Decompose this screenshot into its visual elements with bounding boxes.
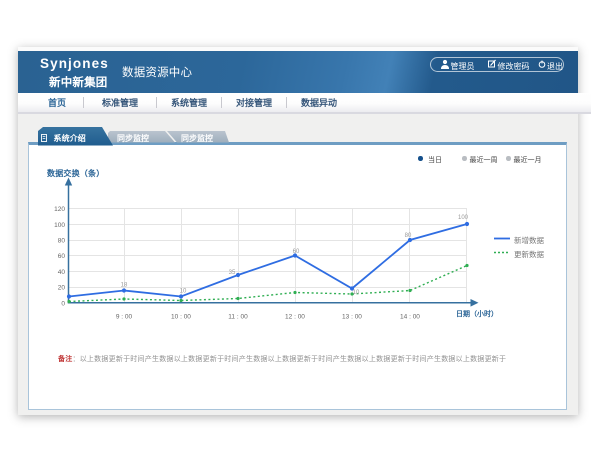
svg-text:11 : 00: 11 : 00 bbox=[228, 314, 248, 321]
svg-text:100: 100 bbox=[54, 222, 65, 229]
svg-text:60: 60 bbox=[293, 249, 300, 255]
svg-text:18: 18 bbox=[121, 283, 128, 289]
svg-text:13 : 00: 13 : 00 bbox=[342, 314, 362, 321]
svg-text:14 : 00: 14 : 00 bbox=[400, 314, 420, 321]
svg-text:40: 40 bbox=[58, 269, 66, 276]
svg-text:80: 80 bbox=[58, 238, 66, 245]
svg-text:35: 35 bbox=[229, 270, 236, 276]
svg-text:120: 120 bbox=[54, 206, 65, 213]
svg-text:10: 10 bbox=[180, 289, 187, 295]
svg-text:20: 20 bbox=[58, 285, 66, 292]
svg-text:100: 100 bbox=[458, 215, 469, 221]
svg-text:10: 10 bbox=[353, 290, 360, 296]
svg-text:80: 80 bbox=[405, 233, 412, 239]
svg-text:12 : 00: 12 : 00 bbox=[285, 314, 305, 321]
svg-text:9 : 00: 9 : 00 bbox=[116, 314, 133, 321]
svg-text:60: 60 bbox=[58, 253, 66, 260]
svg-text:10 : 00: 10 : 00 bbox=[171, 314, 191, 321]
svg-text:0: 0 bbox=[61, 300, 65, 307]
